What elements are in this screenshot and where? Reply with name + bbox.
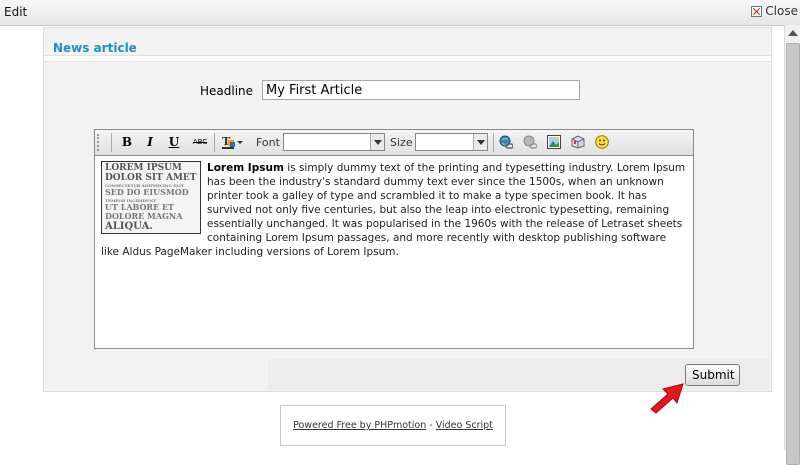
close-label[interactable]: Close [765,4,798,18]
scroll-up-arrow-icon[interactable] [788,30,798,36]
panel-divider [44,55,771,62]
lorem-ipsum-image: LOREM IPSUM DOLOR SIT AMET CONSECTETUR A… [101,161,201,234]
font-label: Font [256,136,280,149]
italic-button[interactable]: I [143,134,157,150]
headline-input[interactable] [262,80,580,100]
image-icon[interactable] [547,135,561,149]
size-label: Size [390,136,413,149]
close-button[interactable]: Close [751,4,798,18]
toolbar-grip-icon[interactable] [97,134,104,151]
footer-box: Powered Free by PHPmotion - Video Script [280,405,506,446]
pointer-arrow-annotation [650,383,684,414]
dialog-title: Edit [4,5,28,19]
headline-label: Headline [200,84,254,98]
toolbar-separator [214,133,215,152]
close-icon[interactable] [751,5,763,17]
size-select[interactable] [415,133,488,151]
media-icon[interactable] [571,135,585,149]
chevron-down-icon[interactable] [473,134,487,150]
bold-button[interactable]: B [120,134,134,150]
font-select[interactable] [283,133,385,151]
editor-toolbar: B I U ABC T Font Size [95,130,693,156]
unlink-icon[interactable] [523,135,538,149]
text-color-icon[interactable]: T [222,135,244,149]
toolbar-separator [111,133,112,152]
underline-button[interactable]: U [167,134,181,150]
dialog-titlebar: Edit Close [0,0,800,26]
phpmotion-link[interactable]: Powered Free by PHPmotion [293,420,426,431]
content-bold-text: Lorem Ipsum [207,162,284,174]
link-icon[interactable] [499,135,514,149]
panel-title: News article [53,41,137,55]
vertical-scrollbar[interactable] [784,25,800,465]
footer-separator: - [426,420,436,431]
toolbar-separator [493,133,494,152]
emoticon-icon[interactable] [595,135,609,149]
rich-text-editor[interactable]: B I U ABC T Font Size LOREM IPSUM DOLOR … [94,129,694,349]
chevron-down-icon[interactable] [370,134,384,150]
submit-button[interactable]: Submit [685,364,740,386]
editor-content[interactable]: LOREM IPSUM DOLOR SIT AMET CONSECTETUR A… [101,161,687,259]
video-script-link[interactable]: Video Script [436,420,493,431]
scrollbar-thumb[interactable] [786,43,800,465]
strikethrough-button[interactable]: ABC [191,134,209,150]
